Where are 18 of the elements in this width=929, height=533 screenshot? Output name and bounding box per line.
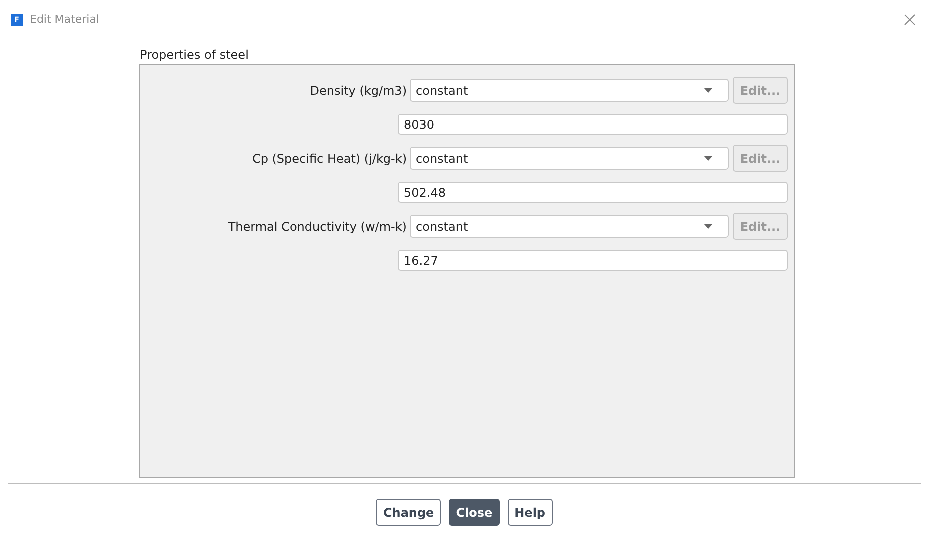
dropdown-arrow-icon	[704, 224, 713, 229]
method-dropdown[interactable]: constant	[410, 79, 729, 102]
property-label: Density (kg/m3)	[310, 82, 407, 100]
window-title: Edit Material	[30, 12, 100, 28]
method-dropdown[interactable]: constant	[410, 215, 729, 238]
dropdown-arrow-icon	[704, 88, 713, 93]
value-field[interactable]: 16.27	[398, 250, 788, 271]
value-field[interactable]: 502.48	[398, 182, 788, 203]
dialog-button[interactable]: Close	[449, 499, 500, 526]
method-dropdown[interactable]: constant	[410, 147, 729, 170]
dropdown-arrow-icon	[704, 156, 713, 161]
dialog-button[interactable]: Change	[376, 499, 442, 526]
value-field[interactable]: 8030	[398, 114, 788, 135]
property-label: Thermal Conductivity (w/m-k)	[228, 218, 407, 236]
close-icon[interactable]	[904, 14, 916, 26]
property-label: Cp (Specific Heat) (j/kg-k)	[252, 150, 407, 168]
dialog-button[interactable]: Help	[508, 499, 553, 526]
group-title: Properties of steel	[140, 48, 249, 62]
